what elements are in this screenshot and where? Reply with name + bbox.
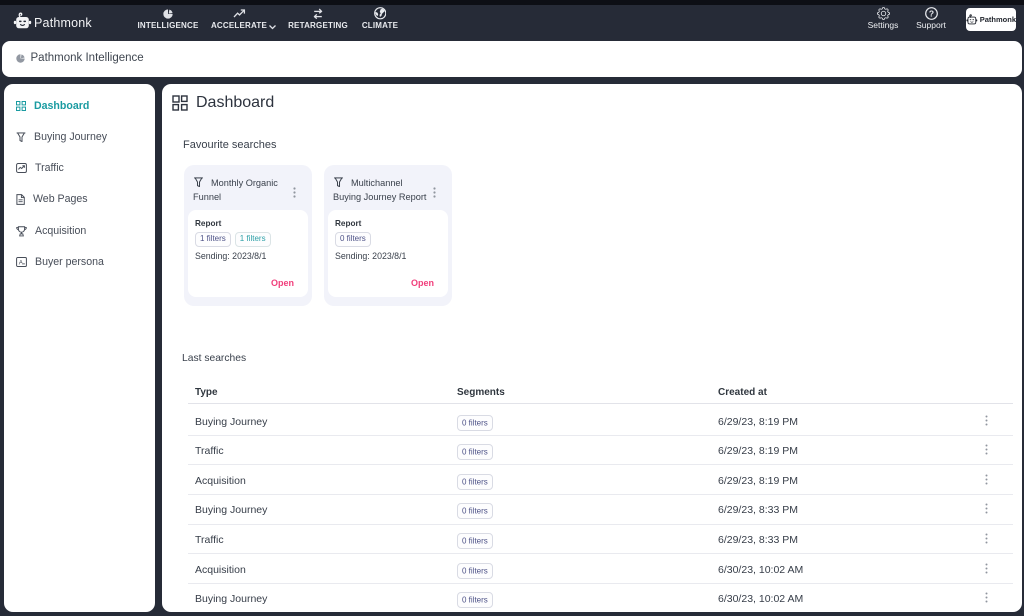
svg-text:A: A (19, 259, 24, 266)
svg-text:?: ? (928, 8, 933, 18)
